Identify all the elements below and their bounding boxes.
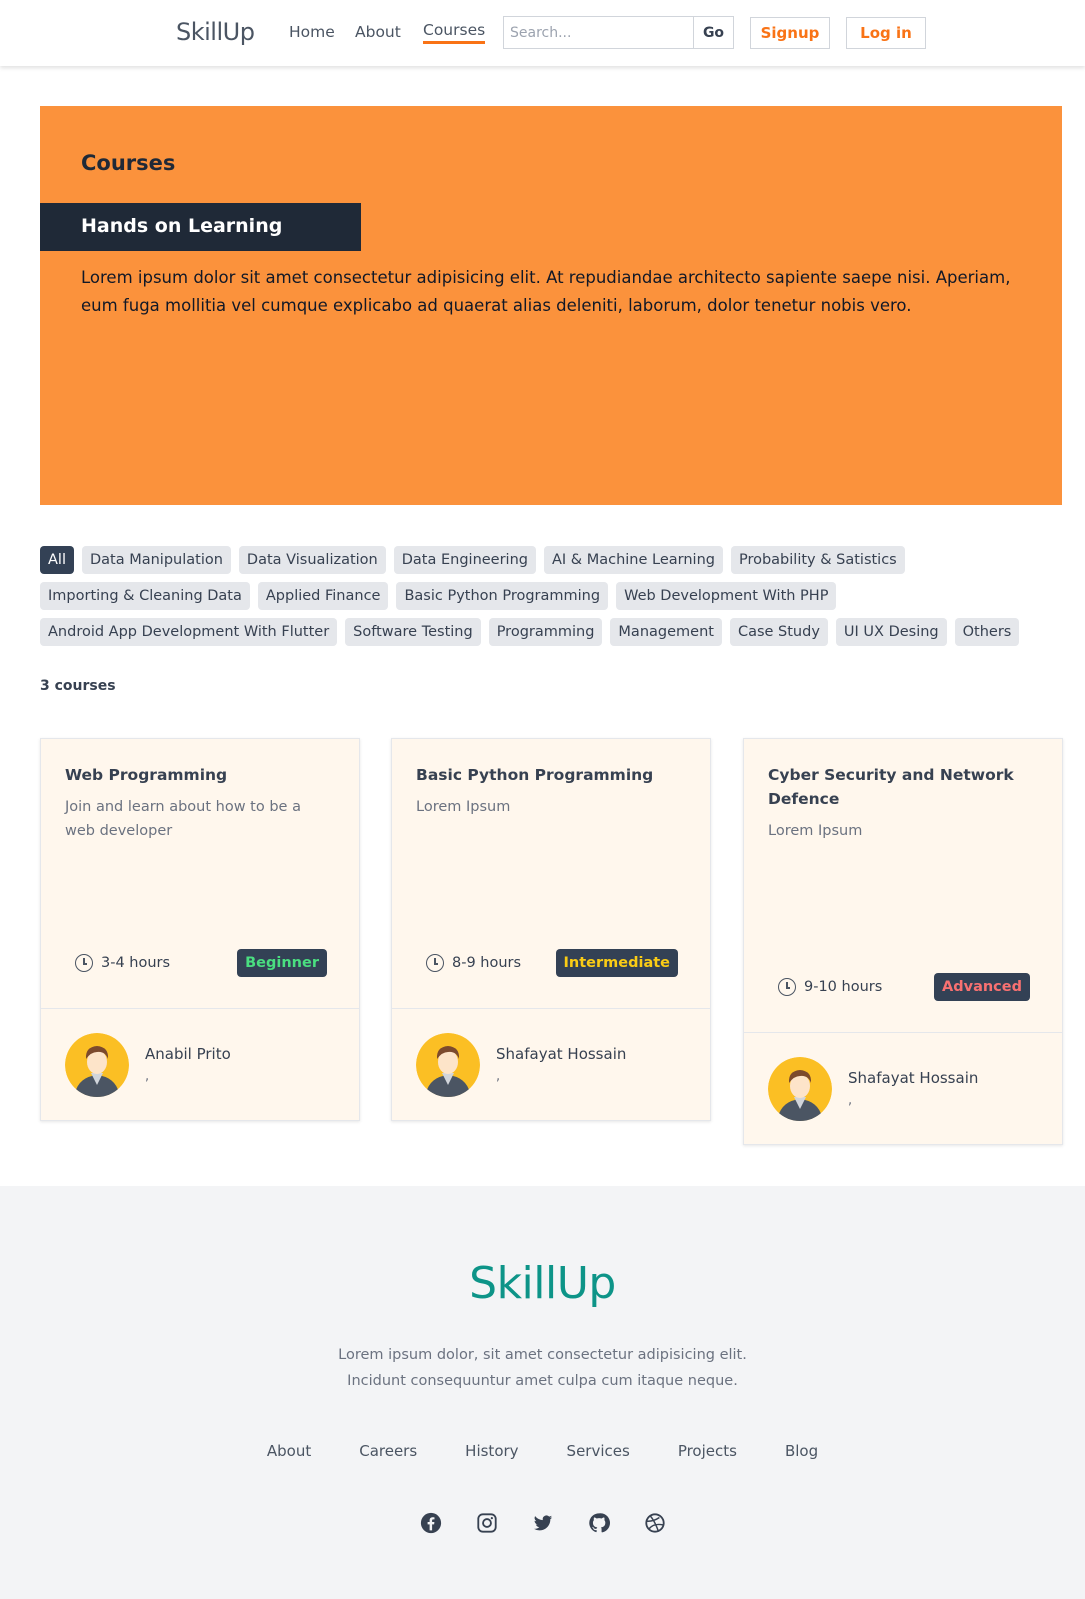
clock-icon <box>75 954 93 972</box>
facebook-icon[interactable] <box>420 1512 442 1534</box>
course-description: Lorem Ipsum <box>416 799 511 815</box>
footer-text-line: Lorem ipsum dolor, sit amet consectetur … <box>338 1347 747 1363</box>
course-card[interactable]: Web Programming Join and learn about how… <box>40 738 360 1121</box>
course-title[interactable]: Basic Python Programming <box>416 763 686 787</box>
nav-link-about[interactable]: About <box>355 23 401 41</box>
course-description: Lorem Ipsum <box>768 823 863 839</box>
hero-banner: Courses Hands on Learning Lorem ipsum do… <box>40 106 1062 505</box>
avatar <box>416 1033 480 1097</box>
category-tag[interactable]: Others <box>954 618 1020 646</box>
category-tag[interactable]: Management <box>610 618 722 646</box>
category-filter: All Data Manipulation Data Visualization… <box>40 546 1060 654</box>
category-row: Android App Development With Flutter Sof… <box>40 618 1060 646</box>
level-badge: Beginner <box>237 949 327 977</box>
footer-link-services[interactable]: Services <box>567 1442 630 1460</box>
dribbble-icon[interactable] <box>644 1512 666 1534</box>
social-links <box>0 1512 1085 1534</box>
level-badge: Advanced <box>934 973 1030 1001</box>
hero-subtitle-band: Hands on Learning <box>40 203 361 251</box>
twitter-icon[interactable] <box>532 1512 554 1534</box>
footer-link-history[interactable]: History <box>465 1442 518 1460</box>
hero-subtitle: Hands on Learning <box>81 215 283 237</box>
course-author: Anabil Prito , <box>41 1008 359 1120</box>
course-duration: 8-9 hours <box>426 954 521 972</box>
footer-description: Lorem ipsum dolor, sit amet consectetur … <box>0 1342 1085 1394</box>
category-tag[interactable]: Case Study <box>729 618 828 646</box>
hero-description: Lorem ipsum dolor sit amet consectetur a… <box>81 268 1011 315</box>
duration-text: 9-10 hours <box>804 979 883 995</box>
category-tag[interactable]: Probability & Satistics <box>730 546 905 574</box>
author-subtitle: , <box>145 1069 150 1084</box>
category-tag[interactable]: Importing & Cleaning Data <box>40 582 250 610</box>
category-row: Importing & Cleaning Data Applied Financ… <box>40 582 1060 610</box>
clock-icon <box>778 978 796 996</box>
category-tag[interactable]: UI UX Desing <box>835 618 947 646</box>
category-tag[interactable]: Android App Development With Flutter <box>40 618 338 646</box>
signup-button[interactable]: Signup <box>750 17 830 49</box>
course-meta: 8-9 hours Intermediate <box>426 949 678 977</box>
duration-text: 3-4 hours <box>101 955 171 971</box>
category-tag[interactable]: Web Development With PHP <box>616 582 837 610</box>
course-card[interactable]: Cyber Security and Network Defence Lorem… <box>743 738 1063 1145</box>
author-name[interactable]: Shafayat Hossain <box>848 1069 978 1087</box>
course-description: Join and learn about how to be a web dev… <box>65 799 301 839</box>
category-tag[interactable]: Data Engineering <box>393 546 536 574</box>
nav-link-courses[interactable]: Courses <box>423 21 486 44</box>
category-tag[interactable]: Data Visualization <box>238 546 386 574</box>
instagram-icon[interactable] <box>476 1512 498 1534</box>
footer-link-careers[interactable]: Careers <box>359 1442 417 1460</box>
search-bar: Go <box>503 16 734 49</box>
footer-link-projects[interactable]: Projects <box>678 1442 737 1460</box>
course-duration: 3-4 hours <box>75 954 170 972</box>
author-subtitle: , <box>496 1069 501 1084</box>
course-card[interactable]: Basic Python Programming Lorem Ipsum 8-9… <box>391 738 711 1121</box>
duration-text: 8-9 hours <box>452 955 522 971</box>
course-meta: 3-4 hours Beginner <box>75 949 327 977</box>
course-count: 3 courses <box>40 678 116 694</box>
course-author: Shafayat Hossain , <box>744 1032 1062 1144</box>
course-duration: 9-10 hours <box>778 978 882 996</box>
category-tag[interactable]: Programming <box>488 618 603 646</box>
top-navbar: SkillUp Home About Courses Go Signup Log… <box>0 0 1085 66</box>
course-title[interactable]: Web Programming <box>65 763 335 787</box>
category-tag-all[interactable]: All <box>40 546 74 574</box>
course-meta: 9-10 hours Advanced <box>778 973 1030 1001</box>
nav-link-home[interactable]: Home <box>289 23 335 41</box>
footer-link-about[interactable]: About <box>267 1442 311 1460</box>
author-name[interactable]: Shafayat Hossain <box>496 1045 626 1063</box>
author-name[interactable]: Anabil Prito <box>145 1045 231 1063</box>
clock-icon <box>426 954 444 972</box>
course-author: Shafayat Hossain , <box>392 1008 710 1120</box>
footer-brand[interactable]: SkillUp <box>0 1258 1085 1309</box>
category-row: All Data Manipulation Data Visualization… <box>40 546 1060 574</box>
category-tag[interactable]: AI & Machine Learning <box>543 546 723 574</box>
github-icon[interactable] <box>588 1512 610 1534</box>
footer-text-line: Incidunt consequuntur amet culpa cum ita… <box>347 1373 738 1389</box>
avatar <box>768 1057 832 1121</box>
category-tag[interactable]: Applied Finance <box>257 582 389 610</box>
brand-logo[interactable]: SkillUp <box>176 18 255 46</box>
login-button[interactable]: Log in <box>846 17 926 49</box>
category-tag[interactable]: Data Manipulation <box>81 546 231 574</box>
course-title[interactable]: Cyber Security and Network Defence <box>768 763 1018 811</box>
search-input[interactable] <box>504 17 693 48</box>
search-go-button[interactable]: Go <box>693 17 733 48</box>
page-title: Courses <box>81 151 176 175</box>
site-footer: SkillUp Lorem ipsum dolor, sit amet cons… <box>0 1186 1085 1599</box>
footer-nav: About Careers History Services Projects … <box>0 1442 1085 1460</box>
category-tag[interactable]: Basic Python Programming <box>396 582 609 610</box>
category-tag[interactable]: Software Testing <box>345 618 481 646</box>
footer-link-blog[interactable]: Blog <box>785 1442 818 1460</box>
author-subtitle: , <box>848 1093 853 1108</box>
avatar <box>65 1033 129 1097</box>
level-badge: Intermediate <box>555 949 678 977</box>
